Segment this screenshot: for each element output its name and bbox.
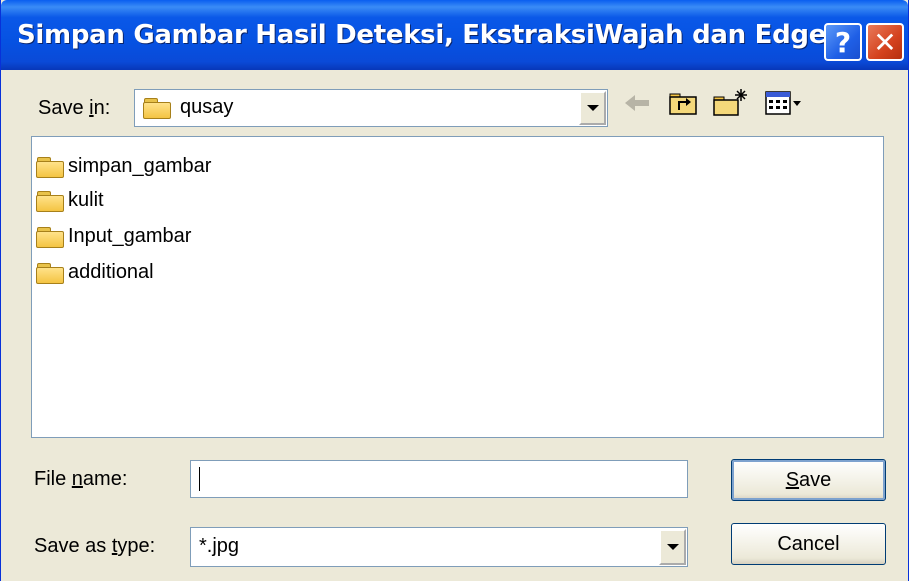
folder-icon <box>36 263 64 284</box>
help-icon: ? <box>834 25 852 59</box>
file-name-text: Input_gambar <box>68 225 192 247</box>
up-one-level-button[interactable] <box>667 88 701 118</box>
file-list[interactable]: simpan_gambar kulit Input_gambar additio… <box>31 136 884 438</box>
title-bar[interactable]: Simpan Gambar Hasil Deteksi, EkstraksiWa… <box>1 0 908 70</box>
save-in-label: Save in: <box>38 97 111 119</box>
save-button[interactable]: Save <box>731 459 886 501</box>
window-title: Simpan Gambar Hasil Deteksi, EkstraksiWa… <box>17 20 827 50</box>
close-icon: ✕ <box>873 25 897 59</box>
back-button[interactable] <box>621 88 655 118</box>
save-as-type-value: *.jpg <box>199 535 240 557</box>
file-name-text: simpan_gambar <box>68 155 212 177</box>
file-name-text: kulit <box>68 189 104 211</box>
save-in-value: qusay <box>180 96 234 118</box>
close-button[interactable]: ✕ <box>866 23 904 61</box>
view-menu-icon <box>765 91 801 115</box>
save-as-type-label: Save as type: <box>34 535 156 557</box>
create-new-folder-button[interactable] <box>711 88 749 118</box>
folder-icon <box>36 191 64 212</box>
file-name-text: additional <box>68 261 154 283</box>
save-as-type-dropdown[interactable]: *.jpg <box>190 527 688 567</box>
new-folder-icon <box>713 89 747 116</box>
cancel-button[interactable]: Cancel <box>731 523 886 565</box>
up-folder-icon <box>669 93 697 115</box>
file-name-label: File name: <box>34 468 128 490</box>
back-arrow-icon <box>625 95 649 111</box>
help-button[interactable]: ? <box>824 23 862 61</box>
save-in-dropdown[interactable]: qusay <box>134 89 608 127</box>
folder-icon <box>143 98 171 119</box>
chevron-down-icon[interactable] <box>659 529 686 565</box>
folder-icon <box>36 227 64 248</box>
view-menu-button[interactable] <box>763 88 807 118</box>
file-name-field[interactable] <box>190 460 688 498</box>
chevron-down-icon[interactable] <box>579 91 606 125</box>
text-caret <box>199 467 200 491</box>
save-dialog: Simpan Gambar Hasil Deteksi, EkstraksiWa… <box>0 0 909 581</box>
folder-icon <box>36 157 64 178</box>
